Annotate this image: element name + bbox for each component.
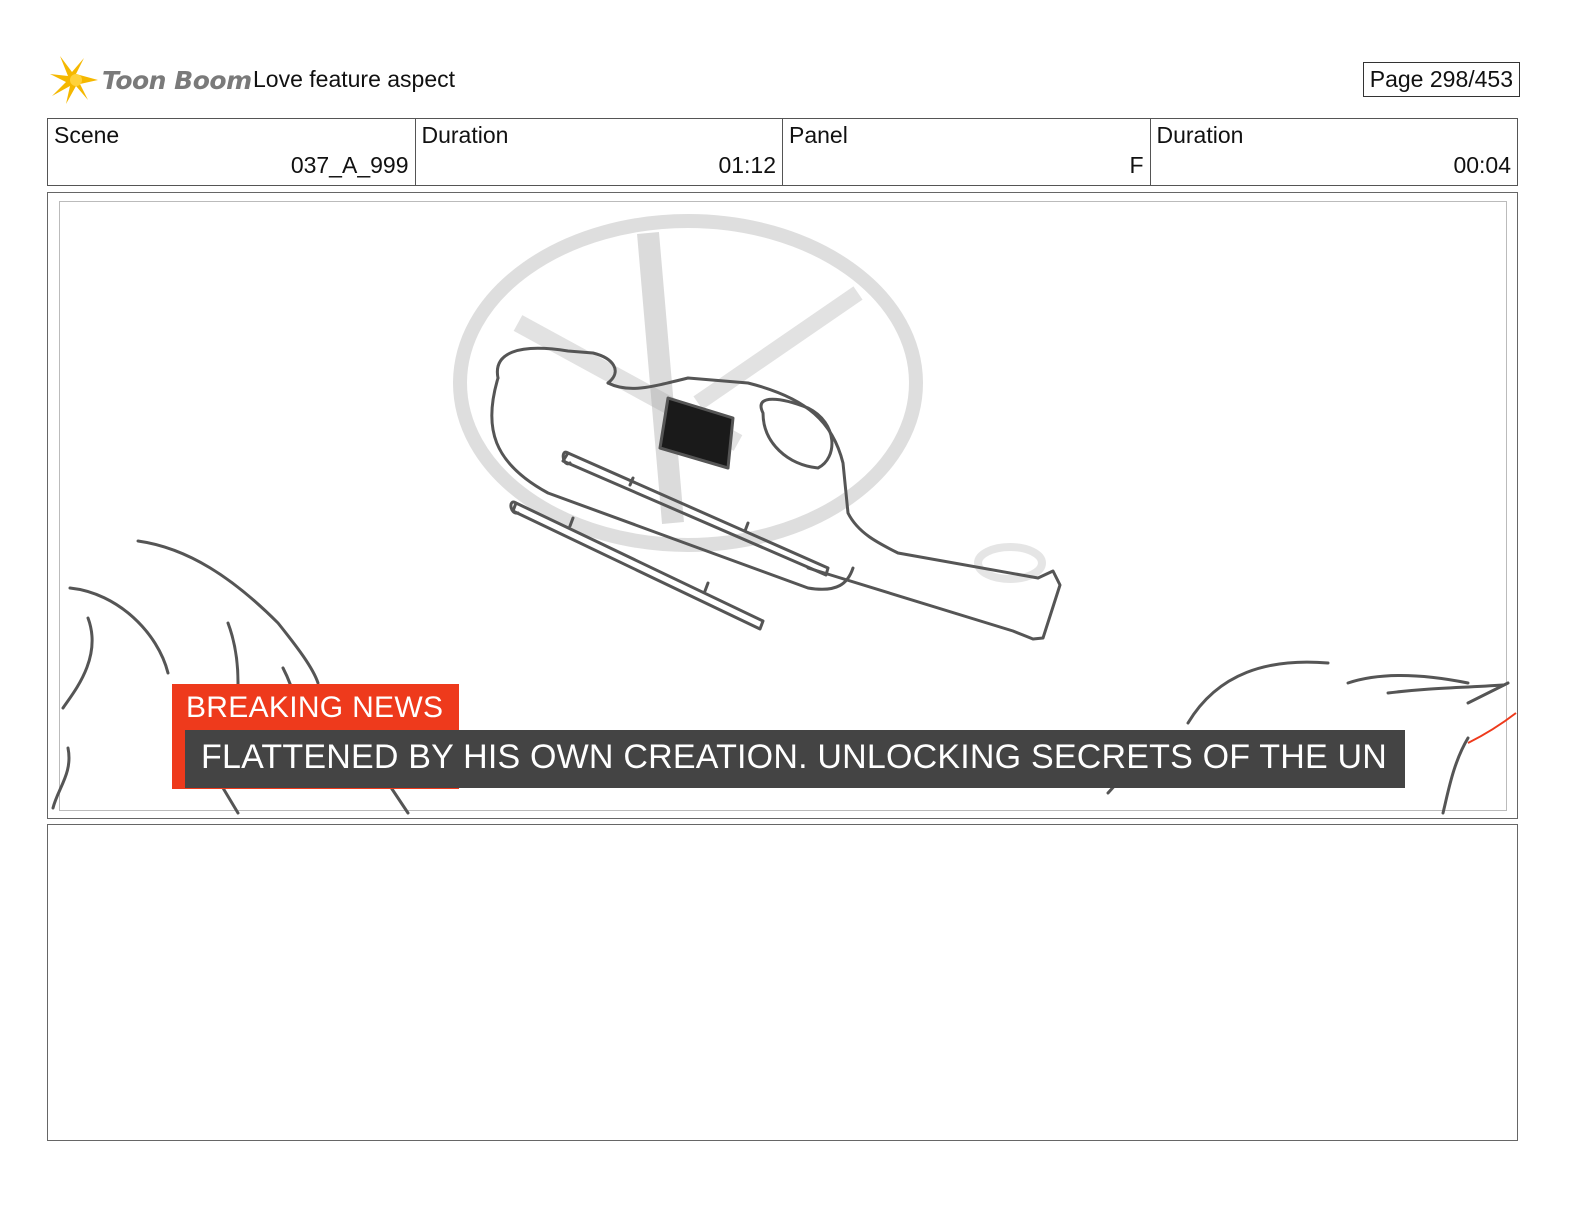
scene-cell: Scene 037_A_999: [48, 119, 416, 185]
page-header: Toon Boom Love feature aspect Page 298/4…: [48, 52, 1520, 108]
project-title: Love feature aspect: [253, 66, 456, 92]
breaking-news-label: BREAKING NEWS: [186, 691, 444, 724]
panel-value: F: [1129, 152, 1144, 178]
storyboard-panel: BREAKING NEWS FLATTENED BY HIS OWN CREAT…: [47, 192, 1518, 819]
scene-value: 037_A_999: [290, 152, 409, 178]
starburst-icon: [50, 56, 98, 104]
page-number: Page 298/453: [1362, 62, 1520, 97]
panel-notes-box: [47, 824, 1518, 1141]
scene-duration-value: 01:12: [718, 152, 776, 178]
panel-duration-cell: Duration 00:04: [1151, 119, 1518, 185]
scene-duration-cell: Duration 01:12: [416, 119, 783, 185]
panel-duration-label: Duration: [1156, 122, 1244, 148]
news-ticker: FLATTENED BY HIS OWN CREATION. UNLOCKING…: [185, 730, 1405, 788]
panel-duration-value: 00:04: [1453, 152, 1511, 178]
panel-label: Panel: [789, 122, 848, 148]
scene-label: Scene: [54, 122, 120, 148]
logo-text: Toon Boom: [102, 65, 252, 95]
scene-info-table: Scene 037_A_999 Duration 01:12 Panel F D…: [47, 118, 1518, 186]
panel-cell: Panel F: [783, 119, 1151, 185]
scene-duration-label: Duration: [421, 122, 509, 148]
toon-boom-logo: Toon Boom: [48, 54, 252, 106]
ticker-text: FLATTENED BY HIS OWN CREATION. UNLOCKING…: [201, 738, 1387, 776]
